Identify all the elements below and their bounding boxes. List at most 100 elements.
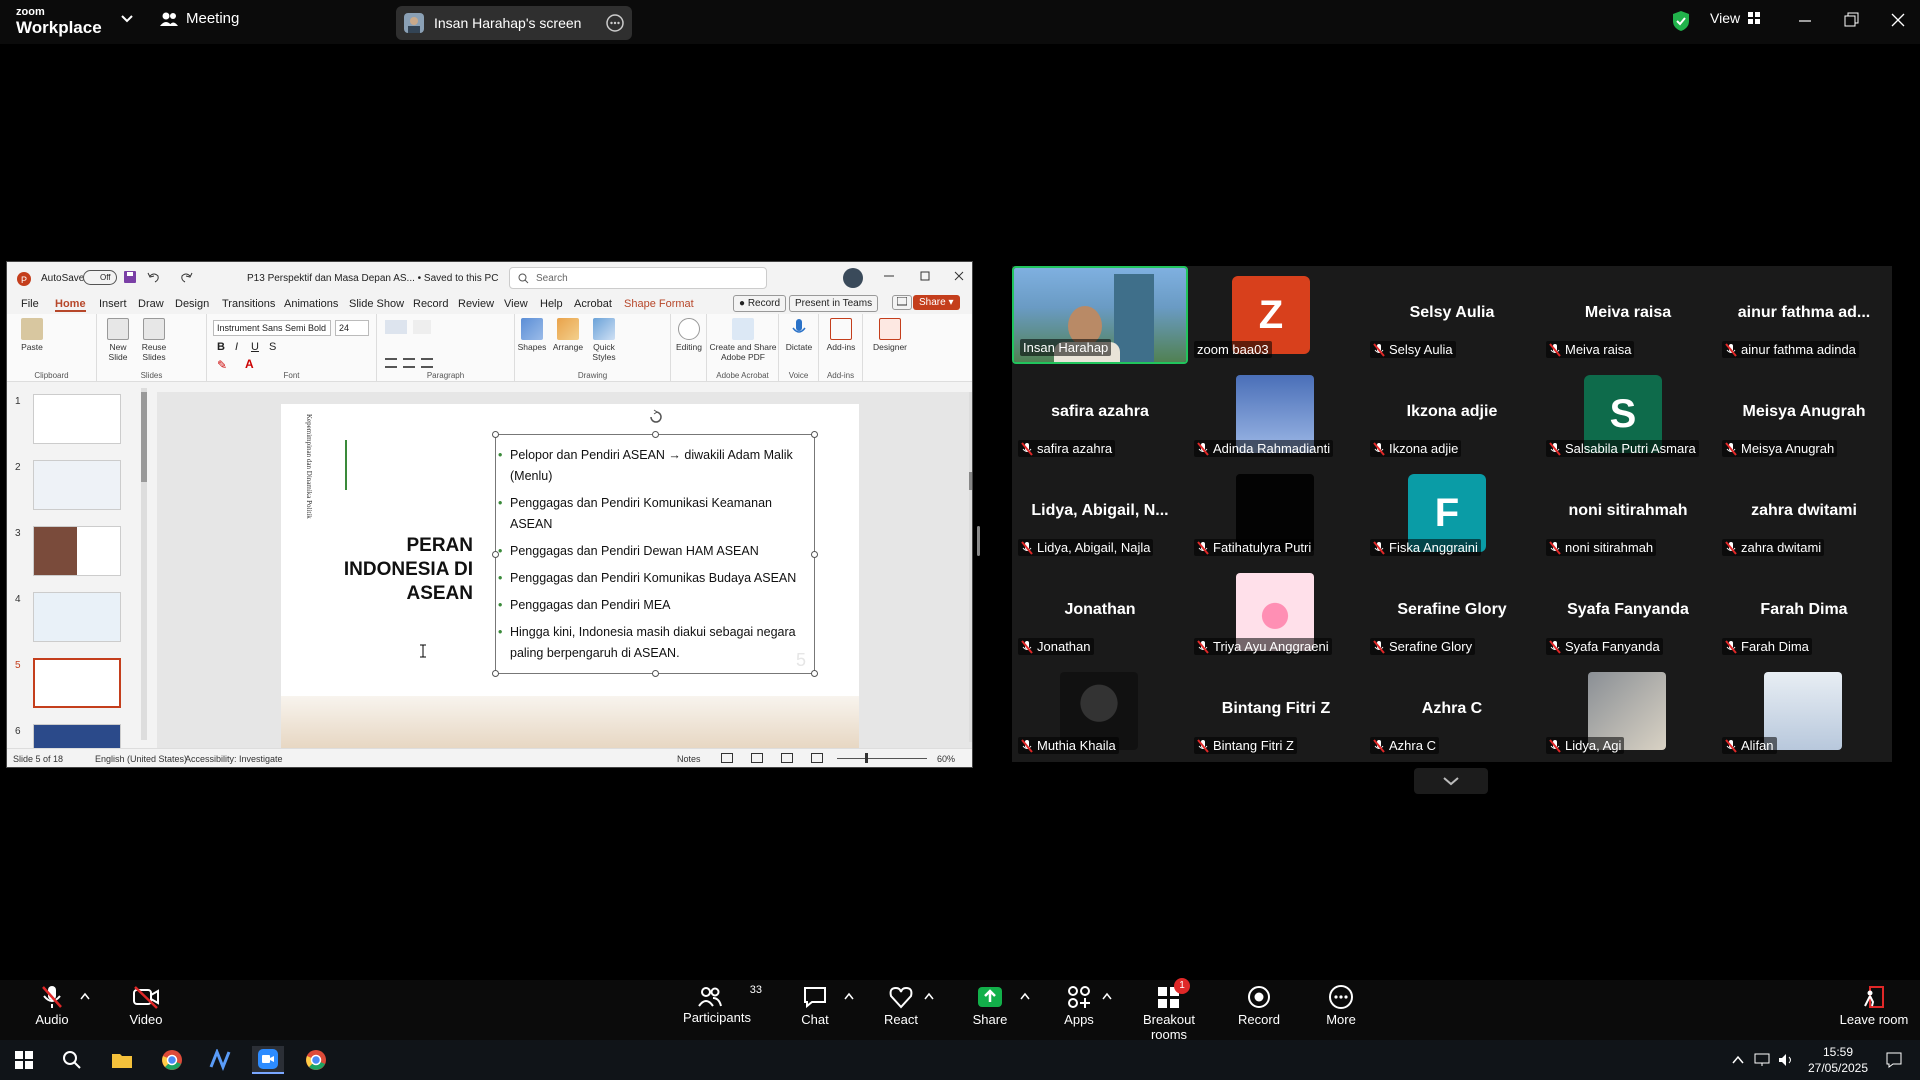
tab-transitions[interactable]: Transitions (222, 298, 275, 310)
tab-slide-show[interactable]: Slide Show (349, 298, 404, 310)
audio-button[interactable]: Audio (30, 984, 74, 1027)
gallery-next-page-button[interactable] (1414, 768, 1488, 794)
restore-icon[interactable] (919, 270, 931, 282)
numbering-icon[interactable] (413, 320, 431, 334)
close-icon[interactable] (1890, 10, 1906, 30)
font-color-icon[interactable]: A (245, 357, 254, 371)
participant-tile[interactable]: Zzoom baa03 (1188, 266, 1364, 364)
more-icon[interactable] (606, 14, 624, 32)
save-icon[interactable] (124, 271, 136, 283)
slide-thumbnail-1[interactable] (33, 394, 121, 444)
share-screen-button[interactable]: Share (966, 984, 1014, 1027)
resize-handle[interactable] (652, 431, 659, 438)
zoom-slider[interactable] (837, 758, 927, 759)
participant-tile[interactable]: Jonathan Jonathan (1012, 563, 1188, 661)
slideshow-icon[interactable] (811, 753, 823, 763)
participant-tile[interactable]: Bintang Fitri Z Bintang Fitri Z (1188, 662, 1364, 760)
close-icon[interactable] (953, 270, 965, 282)
participant-tile[interactable]: Serafine Glory Serafine Glory (1364, 563, 1540, 661)
participant-tile[interactable]: Meiva raisa Meiva raisa (1540, 266, 1716, 364)
slide-thumbnail-5[interactable] (33, 658, 121, 708)
align-center-icon[interactable] (403, 358, 415, 368)
volume-icon[interactable] (1770, 1046, 1802, 1074)
paste-button[interactable]: Paste (15, 318, 49, 352)
zoom-slider-thumb[interactable] (865, 753, 868, 763)
reuse-slides-button[interactable]: Reuse Slides (137, 318, 171, 362)
participant-tile[interactable]: Syafa Fanyanda Syafa Fanyanda (1540, 563, 1716, 661)
chrome-icon[interactable] (300, 1046, 332, 1074)
create-pdf-button[interactable]: Create and Share Adobe PDF (709, 318, 777, 362)
tab-acrobat[interactable]: Acrobat (574, 298, 612, 310)
participant-tile[interactable]: noni sitirahmah noni sitirahmah (1540, 464, 1716, 562)
chevron-up-icon[interactable] (844, 992, 854, 1000)
chrome-icon[interactable] (156, 1046, 188, 1074)
view-button[interactable]: View (1710, 10, 1761, 26)
align-left-icon[interactable] (385, 358, 397, 368)
slide-thumbnail-2[interactable] (33, 460, 121, 510)
participants-button[interactable]: 33 Participants (672, 984, 762, 1025)
record-button[interactable]: Record (1234, 984, 1284, 1027)
participant-tile[interactable]: ainur fathma ad... ainur fathma adinda (1716, 266, 1892, 364)
minimize-icon[interactable] (1798, 10, 1812, 30)
participant-tile[interactable]: Adinda Rahmadianti (1188, 365, 1364, 463)
participant-tile[interactable]: Ikzona adjie Ikzona adjie (1364, 365, 1540, 463)
tab-home[interactable]: Home (55, 298, 86, 312)
participant-tile[interactable]: F Fiska Anggraini (1364, 464, 1540, 562)
shapes-button[interactable]: Shapes (515, 318, 549, 352)
editing-button[interactable]: Editing (673, 318, 705, 352)
restore-icon[interactable] (1844, 10, 1860, 30)
bold-icon[interactable]: B (217, 341, 225, 353)
resize-handle[interactable] (492, 431, 499, 438)
autosave-toggle[interactable]: Off (83, 270, 117, 285)
addins-button[interactable]: Add-ins (823, 318, 859, 352)
text-box-selected[interactable]: • Pelopor dan Pendiri ASEAN → diwakili Ad… (492, 409, 818, 677)
shadow-icon[interactable]: S (269, 341, 276, 353)
quick-styles-button[interactable]: Quick Styles (587, 318, 621, 362)
language-text[interactable]: English (United States) (95, 754, 187, 764)
participant-tile[interactable]: safira azahra safira azahra (1012, 365, 1188, 463)
resize-handle[interactable] (811, 670, 818, 677)
font-size-select[interactable]: 24 (335, 320, 369, 336)
breakout-rooms-button[interactable]: 1 Breakout rooms (1124, 978, 1214, 1042)
participant-tile[interactable]: Meisya Anugrah Meisya Anugrah (1716, 365, 1892, 463)
record-button[interactable]: ● Record (733, 295, 787, 312)
slide-5[interactable]: Kepemimpinan dan Dinamika Politik PERAN … (281, 404, 859, 748)
leave-room-button[interactable]: Leave room (1836, 984, 1912, 1027)
comments-icon[interactable] (892, 295, 912, 310)
m365-icon[interactable] (204, 1046, 236, 1074)
arrange-button[interactable]: Arrange (551, 318, 585, 352)
slide-sorter-icon[interactable] (751, 753, 763, 763)
participant-tile[interactable]: Lidya, Agi (1540, 662, 1716, 760)
align-right-icon[interactable] (421, 358, 433, 368)
participant-tile[interactable]: Selsy Aulia Selsy Aulia (1364, 266, 1540, 364)
resize-handle[interactable] (811, 551, 818, 558)
font-name-select[interactable]: Instrument Sans Semi Bold (213, 320, 331, 336)
zoom-level[interactable]: 60% (937, 754, 955, 764)
search-icon[interactable] (56, 1046, 88, 1074)
resize-handle[interactable] (652, 670, 659, 677)
meeting-menu-button[interactable]: Meeting (160, 10, 239, 27)
present-in-teams-button[interactable]: Present in Teams (789, 295, 879, 312)
tab-shape-format[interactable]: Shape Format (624, 298, 694, 310)
rotate-handle-icon[interactable] (648, 409, 664, 425)
search-input[interactable]: Search (509, 267, 767, 289)
file-explorer-icon[interactable] (106, 1046, 138, 1074)
notifications-icon[interactable] (1878, 1046, 1910, 1074)
normal-view-icon[interactable] (721, 753, 733, 763)
bullets-icon[interactable] (385, 320, 407, 334)
more-button[interactable]: More (1318, 984, 1364, 1027)
slide-thumbnail-4[interactable] (33, 592, 121, 642)
participant-tile[interactable]: Azhra C Azhra C (1364, 662, 1540, 760)
participant-tile[interactable]: Muthia Khaila (1012, 662, 1188, 760)
designer-button[interactable]: Designer (869, 318, 911, 352)
avatar[interactable] (843, 268, 863, 288)
redo-icon[interactable] (179, 270, 193, 284)
tab-help[interactable]: Help (540, 298, 563, 310)
canvas-scrollbar[interactable] (969, 392, 972, 742)
tab-animations[interactable]: Animations (284, 298, 338, 310)
tab-view[interactable]: View (504, 298, 528, 310)
shield-icon[interactable] (1672, 10, 1690, 32)
windows-start-icon[interactable] (8, 1046, 40, 1074)
chevron-up-icon[interactable] (924, 992, 934, 1000)
new-slide-button[interactable]: New Slide (101, 318, 135, 362)
